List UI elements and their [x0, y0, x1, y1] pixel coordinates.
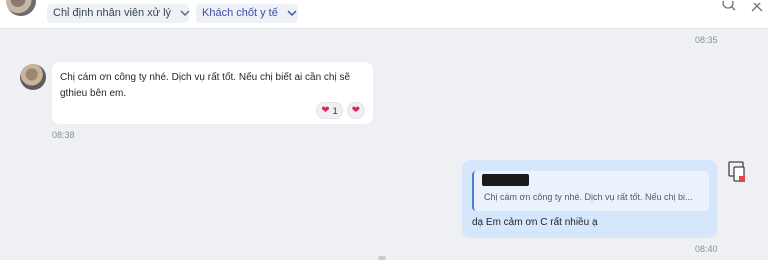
tag-dropdown[interactable]: Khách chốt y tế: [196, 4, 298, 23]
avatar[interactable]: [20, 64, 46, 90]
message-time: 08:40: [695, 244, 718, 254]
chevron-down-icon: [180, 4, 190, 30]
reactions: ❤ 1 ❤: [316, 102, 365, 119]
message-text: dạ Em cảm ơn C rất nhiều ạ: [472, 217, 598, 228]
heart-icon: ❤: [351, 104, 360, 116]
scroll-handle[interactable]: [378, 256, 386, 260]
assignee-dropdown[interactable]: Chỉ định nhân viên xử lý: [47, 4, 190, 23]
message-text: Chị cám ơn công ty nhé. Dịch vụ rất tốt.…: [60, 72, 351, 99]
reaction-count: 1: [332, 105, 338, 116]
outgoing-message[interactable]: Chị cám ơn công ty nhé. Dịch vụ rất tốt.…: [462, 160, 717, 238]
quoted-text: Chị cám ơn công ty nhé. Dịch vụ rất tốt.…: [484, 192, 693, 202]
reaction-badge[interactable]: ❤ 1: [316, 102, 343, 119]
add-reaction-button[interactable]: ❤: [346, 102, 365, 119]
redacted-name: [482, 174, 529, 186]
heart-icon: ❤: [321, 104, 330, 116]
tag-dropdown-label: Khách chốt y tế: [202, 7, 278, 19]
message-time: 08:35: [695, 35, 718, 45]
conversation-header: Chỉ định nhân viên xử lý Khách chốt y tế: [0, 0, 768, 29]
message-time: 08:38: [52, 130, 75, 140]
avatar[interactable]: [6, 0, 36, 16]
copy-icon[interactable]: [727, 160, 749, 189]
incoming-message[interactable]: Chị cám ơn công ty nhé. Dịch vụ rất tốt.…: [52, 62, 373, 124]
assignee-dropdown-label: Chỉ định nhân viên xử lý: [53, 7, 172, 19]
quoted-message[interactable]: Chị cám ơn công ty nhé. Dịch vụ rất tốt.…: [472, 171, 709, 211]
chevron-down-icon: [287, 4, 297, 30]
close-icon[interactable]: [750, 0, 764, 18]
search-icon[interactable]: [721, 0, 737, 18]
